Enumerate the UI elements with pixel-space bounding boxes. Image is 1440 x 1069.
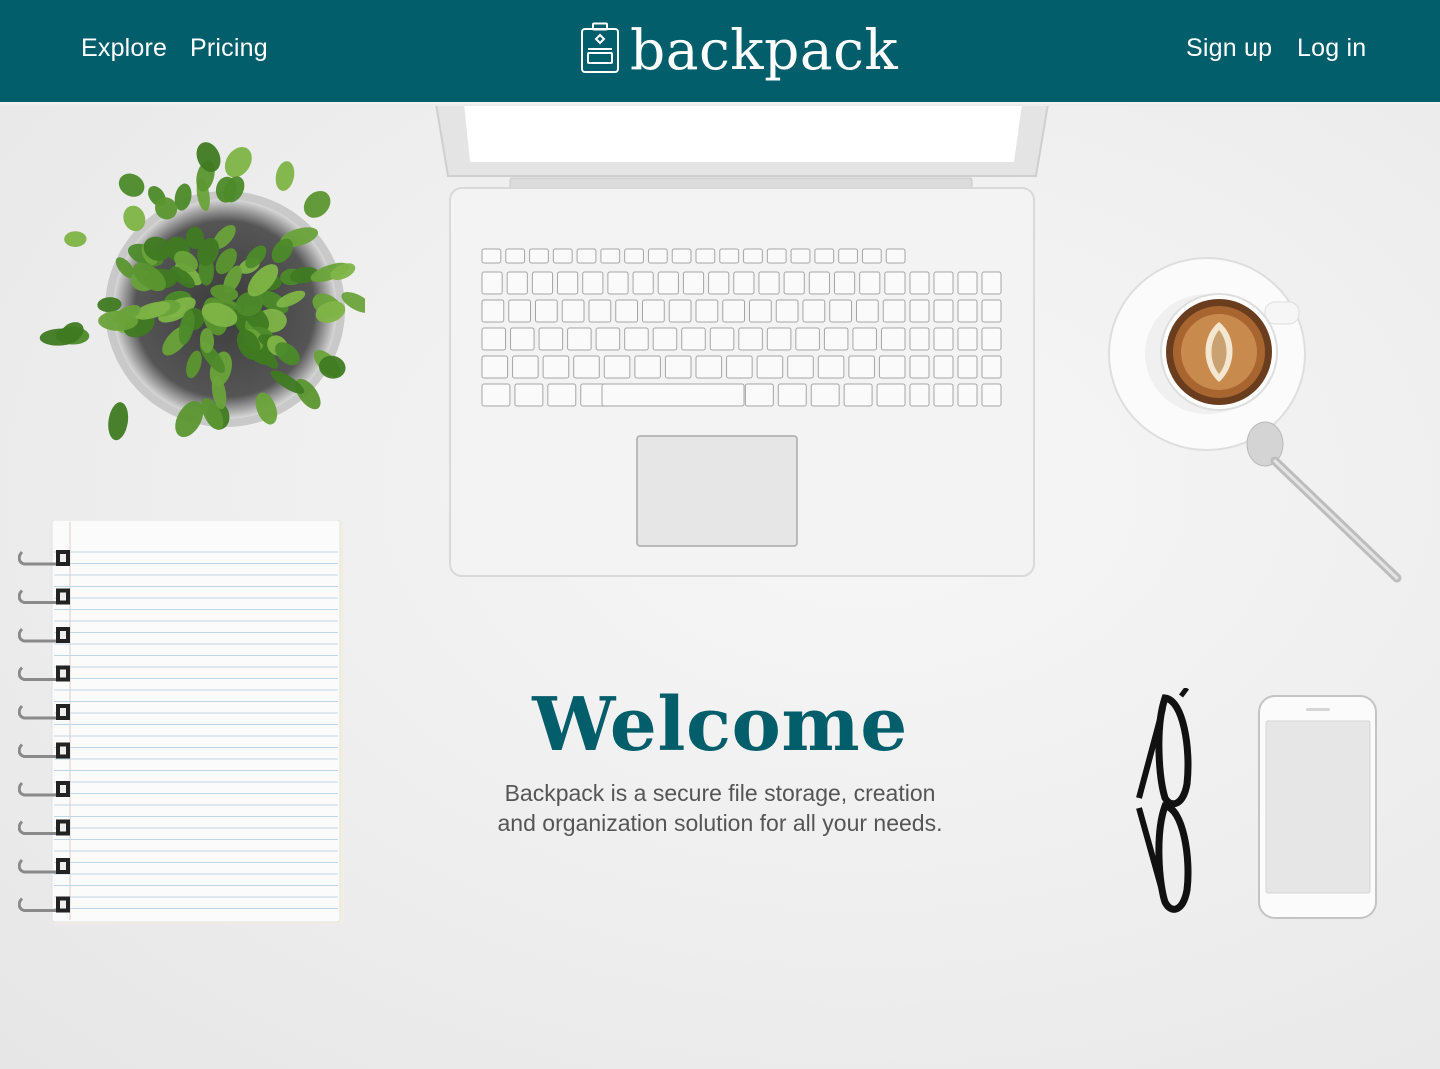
notebook-image (18, 520, 344, 924)
welcome-subtitle-line-1: Backpack is a secure file storage, creat… (504, 780, 936, 806)
top-navbar: Explore Pricing backpack Sign up Log in (0, 0, 1440, 104)
nav-explore-link[interactable]: Explore (81, 34, 167, 63)
laptop-image (435, 106, 1049, 577)
plant-image (39, 142, 365, 441)
welcome-title: Welcome (532, 682, 908, 768)
backpack-icon (581, 22, 619, 73)
smartphone-image (1258, 695, 1377, 919)
nav-log-in-link[interactable]: Log in (1297, 34, 1366, 63)
hero-section: Welcome Backpack is a secure file storag… (0, 106, 1440, 1069)
nav-sign-up-link[interactable]: Sign up (1186, 34, 1272, 63)
welcome-subtitle-line-2: and organization solution for all your n… (497, 810, 943, 836)
welcome-block: Welcome Backpack is a secure file storag… (420, 682, 1020, 838)
welcome-subtitle: Backpack is a secure file storage, creat… (420, 778, 1020, 838)
brand-logo[interactable]: backpack (580, 18, 898, 84)
nav-pricing-link[interactable]: Pricing (190, 34, 268, 63)
glasses-image (1136, 688, 1192, 913)
brand-name: backpack (630, 18, 899, 82)
coffee-cup-image (1108, 257, 1402, 583)
